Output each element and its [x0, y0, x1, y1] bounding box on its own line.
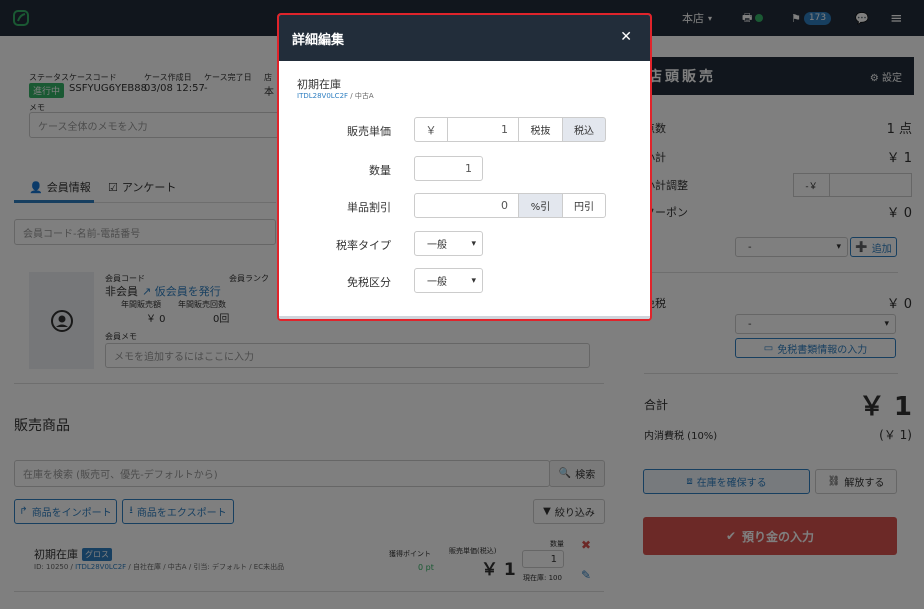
modal-item-name: 初期在庫 — [297, 78, 341, 91]
unit-price-label: 販売単価 — [347, 125, 391, 138]
tax-type-label: 税率タイプ — [336, 239, 391, 252]
discount-yen-toggle[interactable]: 円引 — [562, 193, 606, 218]
exempt-select[interactable]: 一般 ▾ — [414, 268, 483, 293]
chevron-down-icon: ▾ — [471, 275, 476, 286]
chevron-down-icon: ▾ — [471, 238, 476, 249]
modal-title: 詳細編集 — [292, 32, 345, 48]
unit-price-input[interactable]: 1 — [447, 117, 519, 142]
discount-percent-toggle[interactable]: %引 — [518, 193, 563, 218]
close-icon[interactable]: ✕ — [620, 29, 632, 45]
modal-header: 詳細編集 ✕ — [279, 15, 650, 61]
qty-label: 数量 — [369, 164, 391, 177]
currency-addon: ￥ — [414, 117, 448, 142]
modal-item-code-link[interactable]: ITDL28V0LC2F — [297, 92, 348, 100]
tax-included-toggle[interactable]: 税込 — [562, 117, 606, 142]
tax-type-select[interactable]: 一般 ▾ — [414, 231, 483, 256]
modal-item-meta: ITDL28V0LC2F / 中古A — [297, 91, 374, 101]
qty-input[interactable]: 1 — [414, 156, 483, 181]
detail-edit-modal: 詳細編集 ✕ 初期在庫 ITDL28V0LC2F / 中古A 販売単価 ￥ 1 … — [277, 13, 652, 321]
exempt-value: 一般 — [427, 277, 447, 288]
discount-label: 単品割引 — [347, 201, 391, 214]
discount-input[interactable]: 0 — [414, 193, 519, 218]
modal-item-grade: / 中古A — [348, 92, 374, 100]
exempt-label: 免税区分 — [347, 276, 391, 289]
modal-footer-edge — [279, 316, 650, 319]
tax-excluded-toggle[interactable]: 税抜 — [518, 117, 563, 142]
tax-type-value: 一般 — [427, 240, 447, 251]
